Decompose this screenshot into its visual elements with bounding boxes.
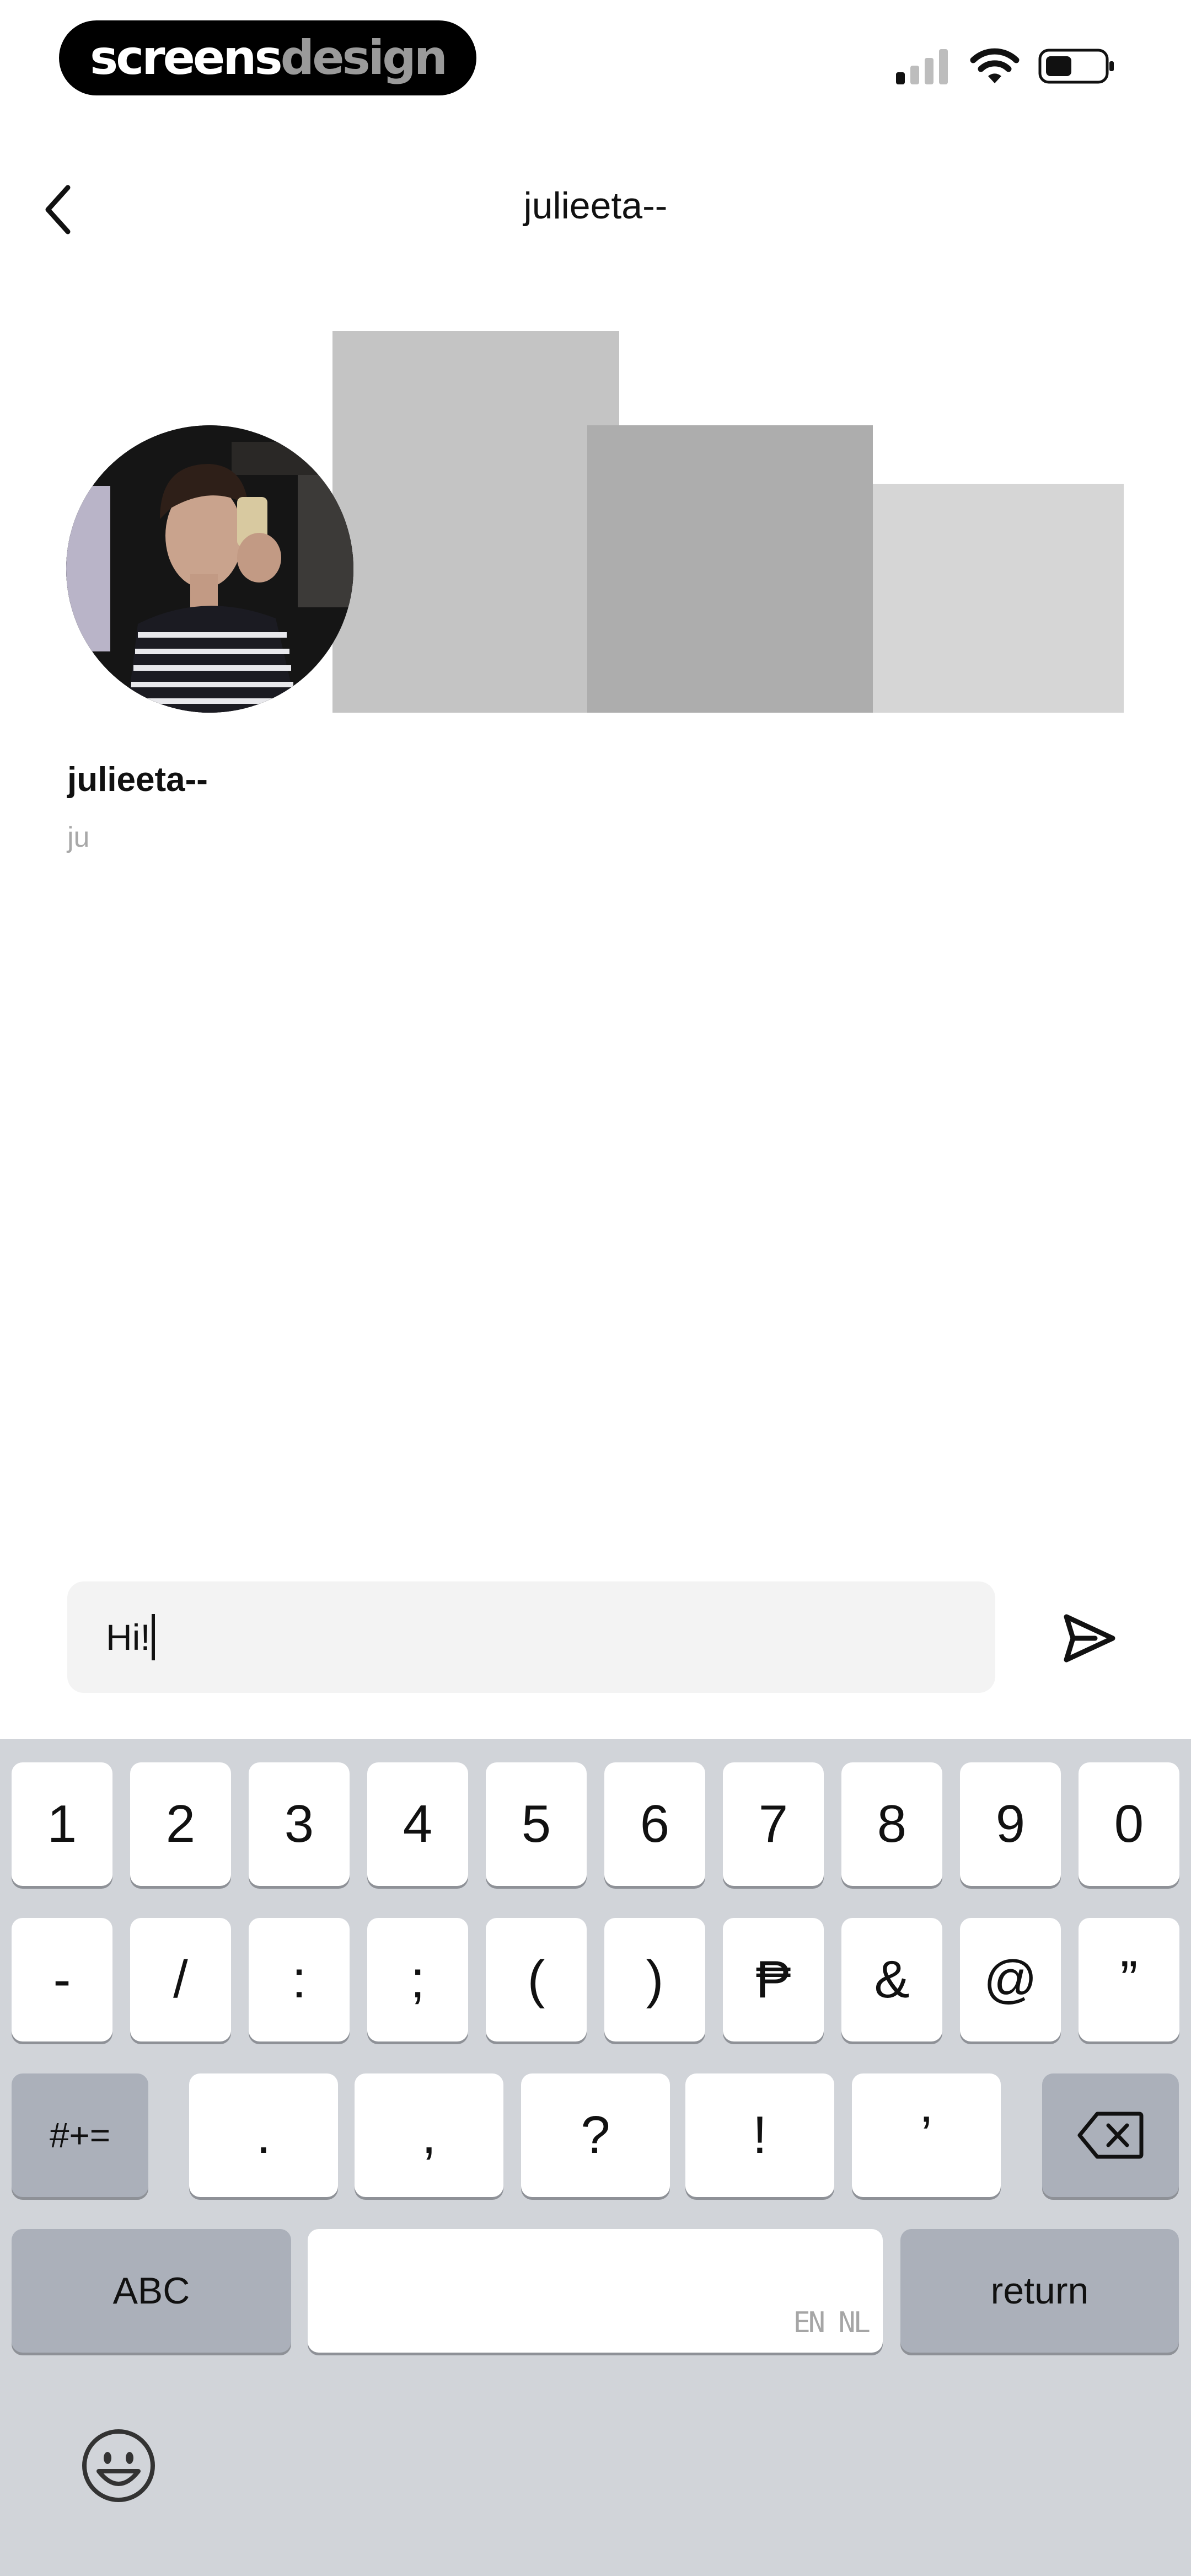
key-period[interactable]: . (189, 2073, 338, 2197)
key-apostrophe[interactable]: ’ (852, 2073, 1001, 2197)
key-1[interactable]: 1 (12, 1762, 112, 1886)
signal-icon (896, 49, 948, 84)
key-question[interactable]: ? (521, 2073, 670, 2197)
key-0[interactable]: 0 (1079, 1762, 1179, 1886)
key-close-paren[interactable]: ) (604, 1918, 705, 2041)
key-ampersand[interactable]: & (841, 1918, 942, 2041)
brand-logo: screensdesign (90, 30, 448, 85)
avatar-photo (66, 425, 353, 713)
message-input[interactable]: Hi! (67, 1581, 995, 1693)
key-exclamation[interactable]: ! (685, 2073, 834, 2197)
key-6[interactable]: 6 (604, 1762, 705, 1886)
key-8[interactable]: 8 (841, 1762, 942, 1886)
brand-badge: screensdesign (59, 20, 476, 95)
send-icon (1064, 1614, 1115, 1663)
key-4[interactable]: 4 (367, 1762, 468, 1886)
send-button[interactable] (1056, 1605, 1122, 1671)
key-hyphen[interactable]: - (12, 1918, 112, 2041)
key-9[interactable]: 9 (960, 1762, 1061, 1886)
emoji-button[interactable] (77, 2424, 160, 2507)
emoji-icon (82, 2429, 155, 2502)
key-symbols-toggle[interactable]: #+= (12, 2073, 148, 2197)
backspace-icon (1077, 2112, 1144, 2159)
key-slash[interactable]: / (130, 1918, 231, 2041)
text-caret (151, 1614, 155, 1660)
profile-subtitle: ju (67, 821, 90, 853)
key-colon[interactable]: : (249, 1918, 350, 2041)
backspace-key[interactable] (1042, 2073, 1179, 2197)
cover-image-placeholder (332, 331, 619, 713)
key-peso[interactable]: ₱ (723, 1918, 824, 2041)
key-3[interactable]: 3 (249, 1762, 350, 1886)
key-quote[interactable]: ” (1079, 1918, 1179, 2041)
message-input-value: Hi! (106, 1617, 151, 1658)
status-icons (895, 47, 1115, 85)
space-language-hint: EN NL (793, 2306, 871, 2339)
key-semicolon[interactable]: ; (367, 1918, 468, 2041)
cover-image-placeholder (873, 484, 1124, 713)
avatar[interactable] (66, 425, 353, 713)
space-bar[interactable]: EN NL (308, 2229, 883, 2353)
page-title: julieeta-- (523, 185, 668, 227)
profile-name: julieeta-- (67, 761, 208, 799)
cover-image-placeholder (587, 425, 873, 713)
key-open-paren[interactable]: ( (486, 1918, 587, 2041)
key-return[interactable]: return (900, 2229, 1179, 2353)
key-at[interactable]: @ (960, 1918, 1061, 2041)
key-comma[interactable]: , (355, 2073, 503, 2197)
key-2[interactable]: 2 (130, 1762, 231, 1886)
key-5[interactable]: 5 (486, 1762, 587, 1886)
wifi-icon (970, 48, 1020, 83)
battery-icon (1038, 49, 1114, 84)
key-7[interactable]: 7 (723, 1762, 824, 1886)
key-abc[interactable]: ABC (12, 2229, 291, 2353)
